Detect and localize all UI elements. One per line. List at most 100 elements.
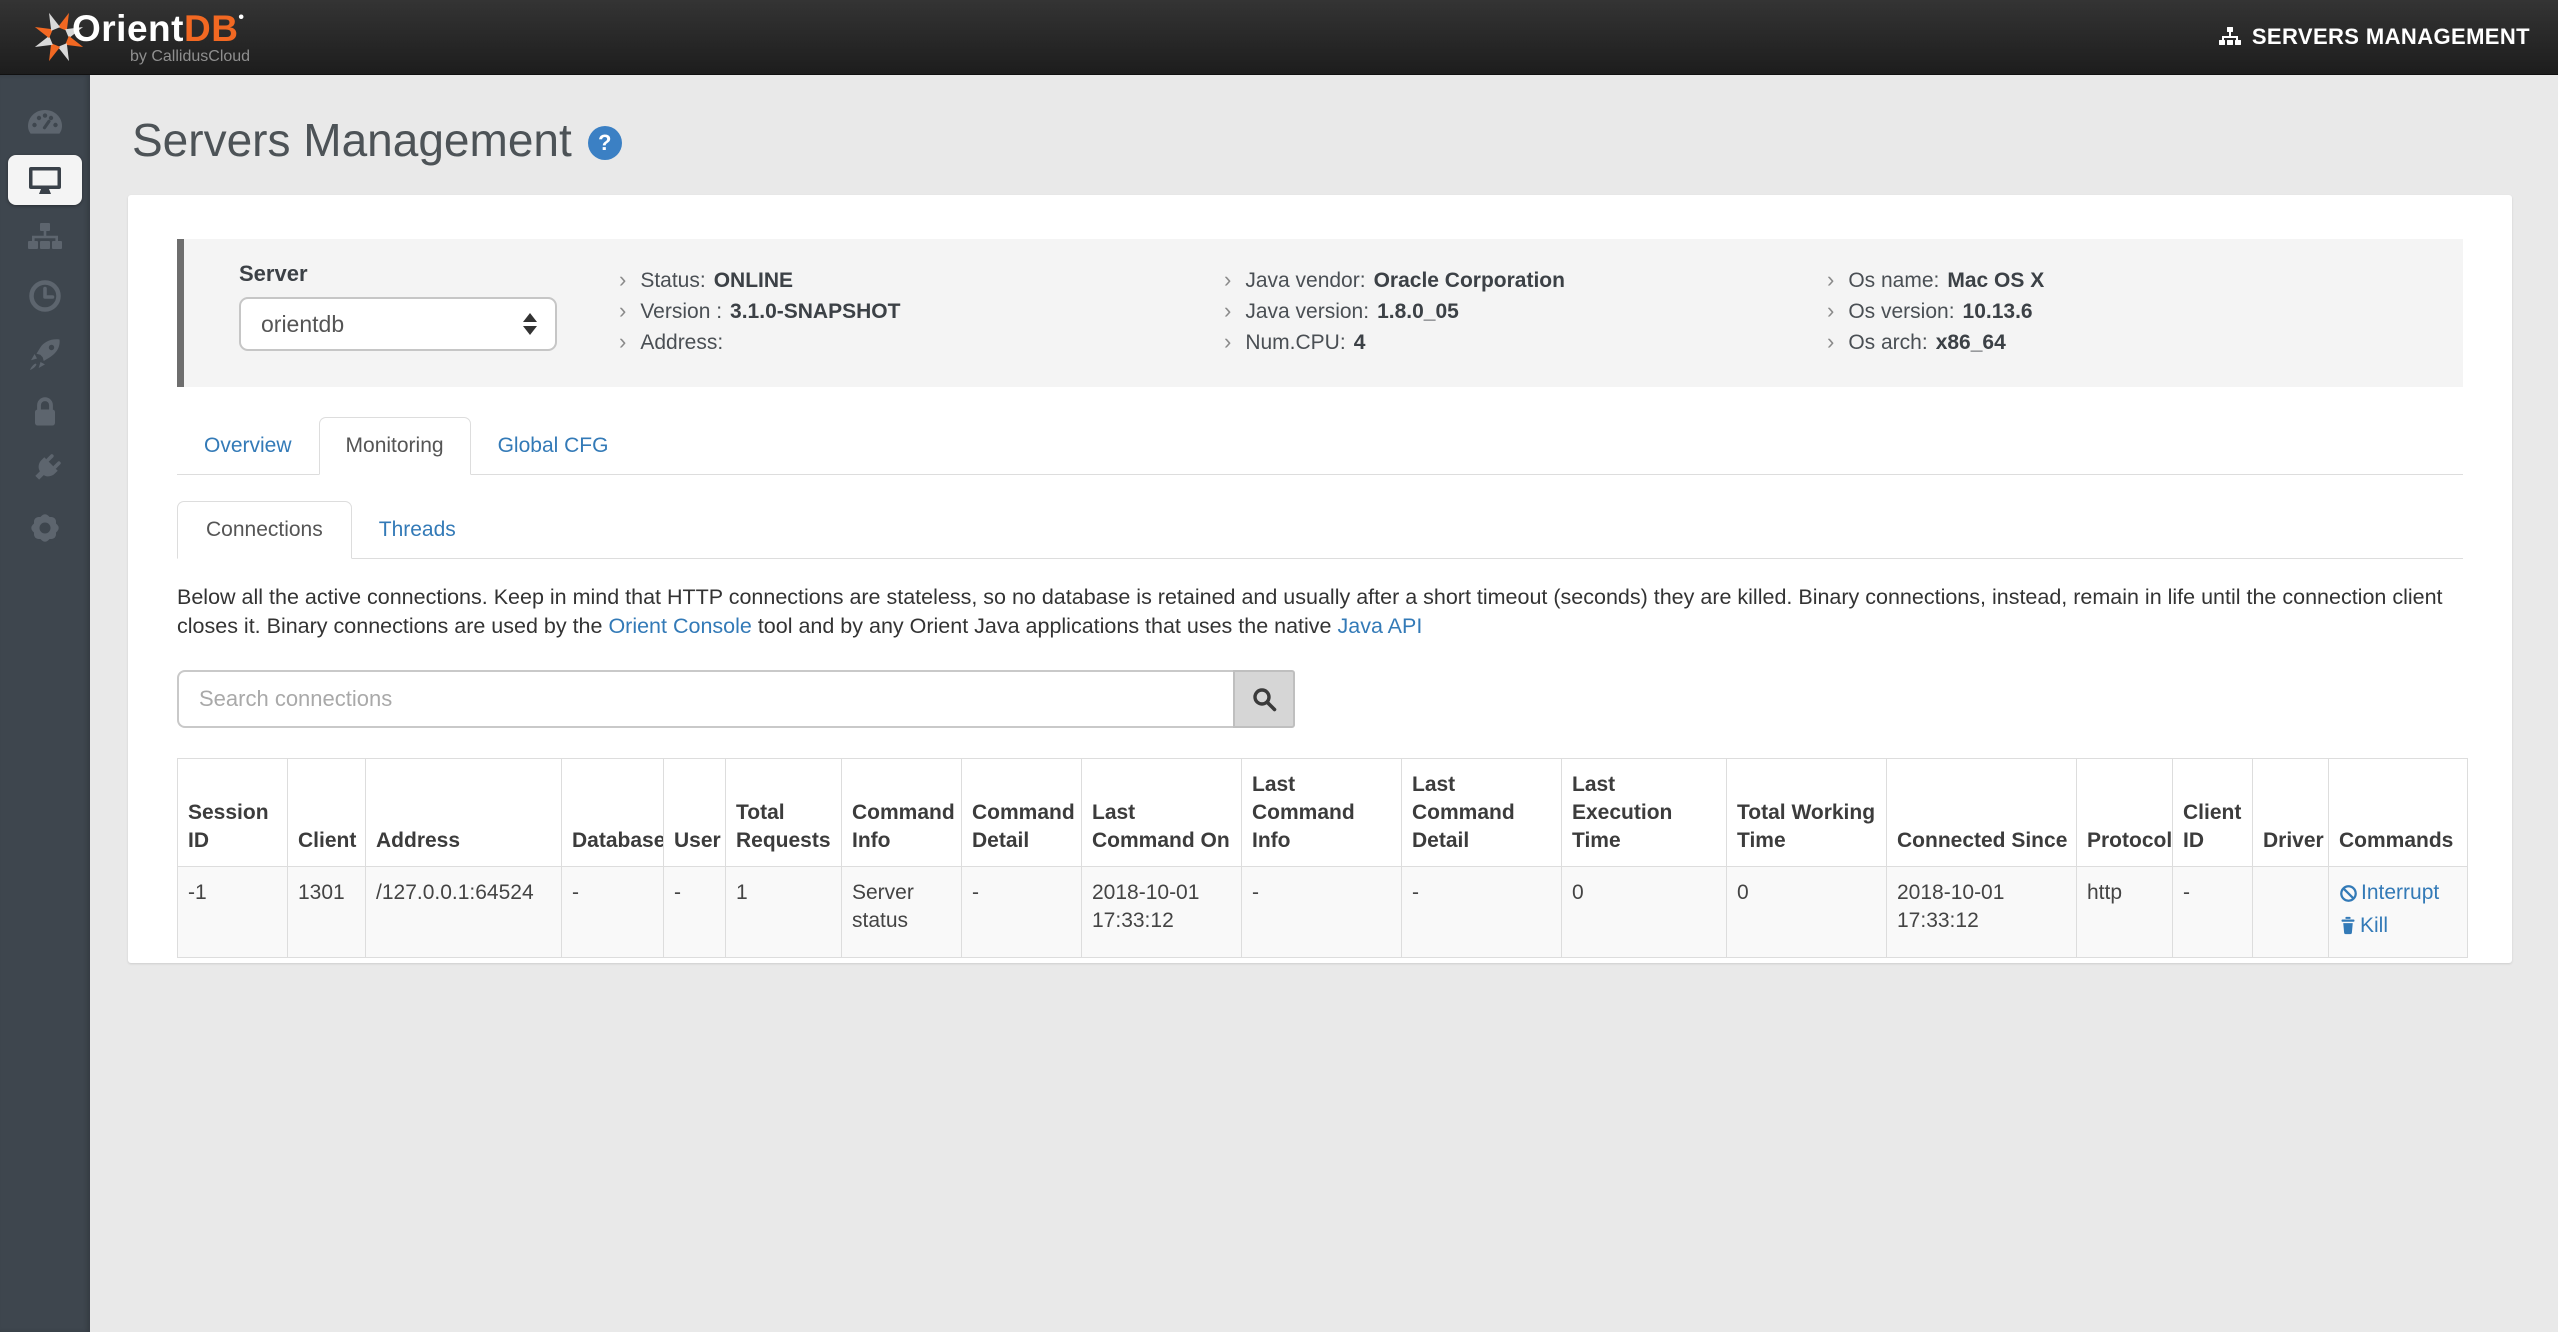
main-content: Servers Management ? Server orientdb Sta… — [90, 75, 2558, 1332]
sidebar-item-metrics[interactable] — [8, 329, 82, 379]
col-last-command-on: Last Command On — [1082, 759, 1242, 867]
cell-client-id: - — [2173, 867, 2253, 957]
col-user: User — [664, 759, 726, 867]
col-database: Database — [562, 759, 664, 867]
interrupt-link[interactable]: Interrupt — [2339, 879, 2459, 907]
col-total-working-time: Total Working Time — [1727, 759, 1887, 867]
table-row: -1 1301 /127.0.0.1:64524 - - 1 Server st… — [178, 867, 2468, 957]
tab-overview[interactable]: Overview — [177, 417, 319, 475]
subtab-connections[interactable]: Connections — [177, 501, 352, 559]
info-value: 10.13.6 — [1963, 300, 2033, 324]
info-value: ONLINE — [714, 269, 793, 293]
chevron-right-icon — [1827, 267, 1834, 293]
sidebar-item-queries[interactable] — [8, 271, 82, 321]
cell-last-command-on: 2018-10-01 17:33:12 — [1082, 867, 1242, 957]
search-icon — [1251, 686, 1278, 713]
gear-icon — [25, 508, 65, 548]
description-text: tool and by any Orient Java applications… — [752, 614, 1338, 638]
gauge-icon — [25, 102, 65, 142]
help-icon[interactable]: ? — [588, 126, 622, 160]
java-api-link[interactable]: Java API — [1337, 614, 1422, 638]
server-select-value: orientdb — [261, 311, 344, 338]
info-value: x86_64 — [1936, 331, 2006, 355]
info-label: Java version: — [1245, 300, 1369, 324]
info-label: Os arch: — [1848, 331, 1927, 355]
orientdb-logo[interactable]: OrientDB• by CallidusCloud — [30, 8, 250, 66]
connections-description: Below all the active connections. Keep i… — [177, 583, 2463, 640]
chevron-right-icon — [1224, 298, 1231, 324]
col-session-id: Session ID — [178, 759, 288, 867]
sidebar-item-servers[interactable] — [8, 155, 82, 205]
connections-table: Session ID Client Address Database User … — [177, 758, 2468, 958]
tab-global-cfg[interactable]: Global CFG — [471, 417, 636, 475]
cell-total-requests: 1 — [726, 867, 842, 957]
cell-command-detail: - — [962, 867, 1082, 957]
kill-label: Kill — [2360, 912, 2388, 940]
sitemap-icon — [2218, 26, 2242, 48]
sidebar-item-dashboard[interactable] — [8, 97, 82, 147]
brand-mark: • — [238, 9, 244, 26]
col-total-requests: Total Requests — [726, 759, 842, 867]
info-value: 3.1.0-SNAPSHOT — [730, 300, 900, 324]
info-label: Java vendor: — [1245, 269, 1365, 293]
rocket-icon — [25, 334, 65, 374]
sidebar-item-plugins[interactable] — [8, 445, 82, 495]
nav-servers-management[interactable]: SERVERS MANAGEMENT — [2218, 24, 2530, 50]
server-select-label: Server — [239, 261, 557, 287]
col-last-command-info: Last Command Info — [1242, 759, 1402, 867]
col-last-command-detail: Last Command Detail — [1402, 759, 1562, 867]
brand-db: DB — [184, 8, 238, 49]
monitoring-subtabs: Connections Threads — [177, 501, 2463, 559]
plug-icon — [25, 450, 65, 490]
info-label: Num.CPU: — [1245, 331, 1345, 355]
server-select[interactable]: orientdb — [239, 297, 557, 351]
trash-icon — [2339, 916, 2357, 935]
subtab-threads[interactable]: Threads — [352, 501, 483, 559]
sidebar-item-settings[interactable] — [8, 503, 82, 553]
col-commands: Commands — [2329, 759, 2468, 867]
chevron-right-icon — [619, 329, 626, 355]
brand-orient: Orient — [72, 8, 184, 49]
orient-console-link[interactable]: Orient Console — [608, 614, 751, 638]
cell-commands: Interrupt Kill — [2329, 867, 2468, 957]
lock-icon — [25, 392, 65, 432]
cell-connected-since: 2018-10-01 17:33:12 — [1887, 867, 2077, 957]
servers-card: Server orientdb Status:ONLINE Version :3… — [128, 195, 2512, 963]
select-arrows-icon — [523, 313, 537, 335]
brand-text: OrientDB• by CallidusCloud — [72, 10, 250, 65]
info-label: Os name: — [1848, 269, 1939, 293]
col-driver: Driver — [2253, 759, 2329, 867]
tab-monitoring[interactable]: Monitoring — [319, 417, 471, 475]
ban-icon — [2339, 884, 2358, 903]
sidebar-item-cluster[interactable] — [8, 213, 82, 263]
col-client-id: Client ID — [2173, 759, 2253, 867]
col-command-info: Command Info — [842, 759, 962, 867]
search-connections-group — [177, 670, 1295, 728]
cell-client: 1301 — [288, 867, 366, 957]
info-value: Mac OS X — [1947, 269, 2044, 293]
table-header-row: Session ID Client Address Database User … — [178, 759, 2468, 867]
topbar: OrientDB• by CallidusCloud SERVERS MANAG… — [0, 0, 2558, 75]
info-label: Version : — [640, 300, 722, 324]
chevron-right-icon — [1224, 267, 1231, 293]
sidebar-item-security[interactable] — [8, 387, 82, 437]
server-info-col-status: Status:ONLINE Version :3.1.0-SNAPSHOT Ad… — [619, 267, 900, 360]
search-button[interactable] — [1233, 670, 1295, 728]
brand-subtitle: by CallidusCloud — [130, 49, 250, 65]
info-label: Address: — [640, 331, 723, 355]
server-info-col-java: Java vendor: Oracle Corporation Java vers… — [1224, 267, 1565, 360]
search-connections-input[interactable] — [177, 670, 1233, 728]
chevron-right-icon — [619, 267, 626, 293]
chevron-right-icon — [619, 298, 626, 324]
main-tabs: Overview Monitoring Global CFG — [177, 417, 2463, 475]
col-address: Address — [366, 759, 562, 867]
interrupt-label: Interrupt — [2361, 879, 2439, 907]
kill-link[interactable]: Kill — [2339, 912, 2459, 940]
monitor-icon — [25, 160, 65, 200]
cell-user: - — [664, 867, 726, 957]
cell-last-execution-time: 0 — [1562, 867, 1727, 957]
info-value: 1.8.0_05 — [1377, 300, 1459, 324]
cell-last-command-detail: - — [1402, 867, 1562, 957]
chevron-right-icon — [1827, 329, 1834, 355]
info-value: Oracle Corporation — [1374, 269, 1565, 293]
